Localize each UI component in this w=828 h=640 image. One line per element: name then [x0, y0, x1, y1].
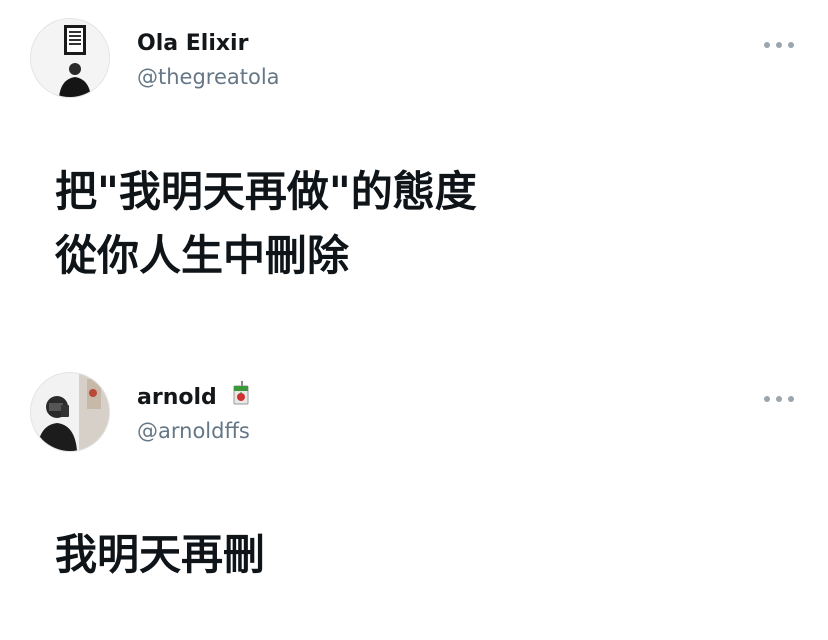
profile-photo-icon [31, 373, 109, 451]
handle[interactable]: @arnoldffs [137, 419, 250, 443]
tweet-arnold: arnold @arnoldffs 我明天再刪 [0, 360, 828, 640]
dot [788, 396, 794, 402]
profile-photo-icon [31, 19, 109, 97]
juice-box-icon [232, 381, 250, 411]
tweet-text-line: 我明天再刪 [55, 530, 266, 579]
dot [776, 396, 782, 402]
avatar[interactable] [30, 372, 110, 452]
display-name[interactable]: Ola Elixir [137, 31, 248, 56]
display-name[interactable]: arnold [137, 381, 250, 411]
handle[interactable]: @thegreatola [137, 65, 280, 89]
juice-box-icon-svg [233, 381, 249, 405]
more-options-icon[interactable] [764, 40, 794, 50]
dot [764, 396, 770, 402]
tweet-ola-elixir: Ola Elixir @thegreatola 把"我明天再做"的態度 從你人生… [0, 0, 828, 330]
dot [776, 42, 782, 48]
tweet-text-line: 從你人生中刪除 [55, 231, 350, 280]
display-name-text: arnold [137, 385, 217, 410]
dot [764, 42, 770, 48]
dot [788, 42, 794, 48]
tweet-text: 把"我明天再做"的態度 從你人生中刪除 [55, 160, 477, 288]
tweet-text: 我明天再刪 [55, 523, 265, 587]
avatar[interactable] [30, 18, 110, 98]
more-options-icon[interactable] [764, 394, 794, 404]
tweet-text-line: 把"我明天再做"的態度 [55, 167, 477, 216]
